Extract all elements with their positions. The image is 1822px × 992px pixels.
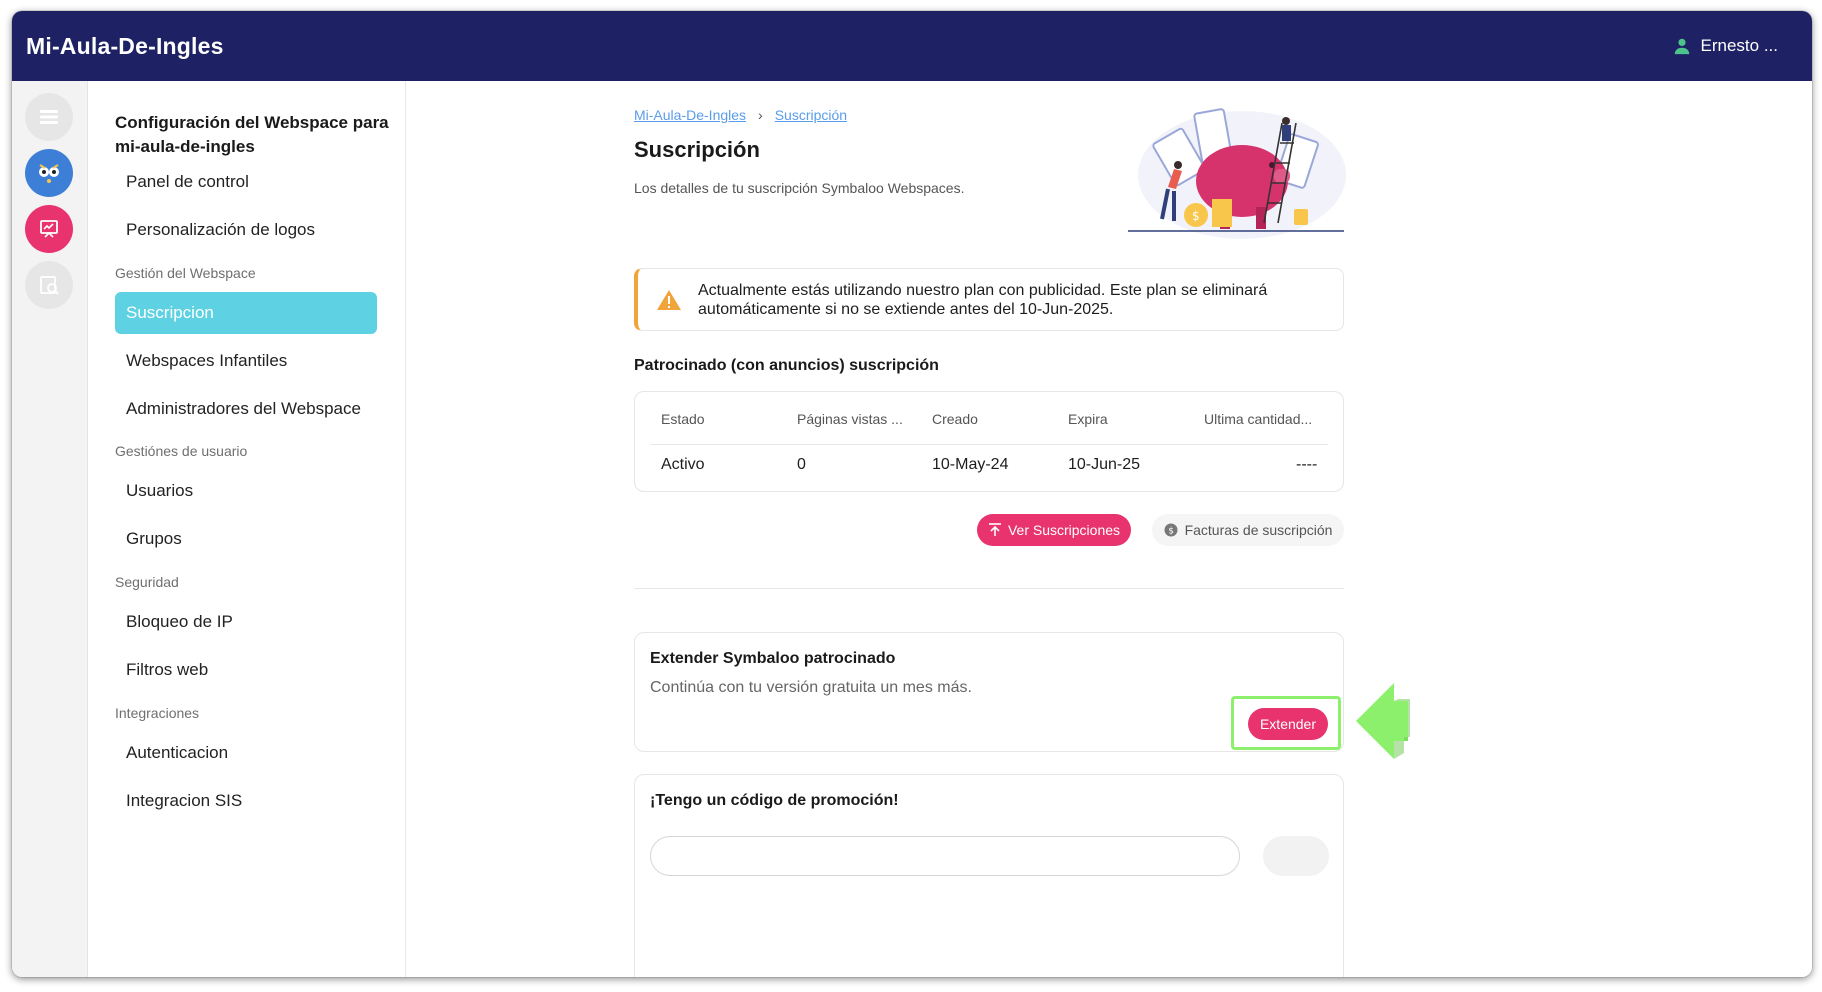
- view-subscriptions-label: Ver Suscripciones: [1007, 522, 1121, 538]
- nav-item-autenticacion[interactable]: Autenticacion: [115, 732, 377, 774]
- warning-icon: [657, 289, 681, 310]
- user-name: Ernesto ...: [1700, 36, 1778, 55]
- nav-item-suscripcion[interactable]: Suscripcion: [115, 292, 377, 334]
- alert-text: Actualmente estás utilizando nuestro pla…: [698, 281, 1268, 318]
- table-divider: [650, 444, 1328, 445]
- extend-card: Extender Symbaloo patrocinado Continúa c…: [634, 632, 1344, 752]
- piggy-bank-illustration: $: [1128, 108, 1346, 239]
- app-window: Mi-Aula-De-Ingles Ernesto ... Configurac…: [12, 11, 1812, 977]
- nav-item-grupos[interactable]: Grupos: [115, 518, 377, 560]
- nav-section-gestion-webspace: Gestión del Webspace: [115, 265, 256, 281]
- list-icon: [40, 110, 58, 124]
- extend-title: Extender Symbaloo patrocinado: [650, 650, 896, 667]
- table-cell: 10-May-24: [932, 456, 1009, 473]
- app-title[interactable]: Mi-Aula-De-Ingles: [26, 33, 224, 60]
- column-header: Creado: [932, 411, 978, 427]
- breadcrumb-separator: ›: [758, 107, 763, 123]
- subscription-title: Patrocinado (con anuncios) suscripción: [634, 357, 939, 374]
- promo-code-input[interactable]: [650, 836, 1240, 876]
- user-icon: [1674, 38, 1689, 55]
- settings-heading: Configuración del Webspace para mi-aula-…: [115, 113, 389, 156]
- view-subscriptions-button[interactable]: Ver Suscripciones: [977, 514, 1131, 546]
- main-content: Mi-Aula-De-Ingles › Suscripción Suscripc…: [406, 81, 1812, 977]
- nav-section-gestiones-usuario: Gestiónes de usuario: [115, 443, 248, 459]
- breadcrumb-current-link[interactable]: Suscripción: [775, 107, 847, 123]
- rail-presentation-button[interactable]: [25, 205, 73, 253]
- column-header: Estado: [661, 411, 705, 427]
- table-cell: 0: [797, 456, 806, 473]
- user-menu[interactable]: Ernesto ...: [1673, 11, 1778, 81]
- nav-item-administradores[interactable]: Administradores del Webspace: [115, 388, 377, 430]
- coin-icon: $: [1164, 523, 1178, 537]
- presentation-icon: [40, 220, 58, 238]
- promo-title: ¡Tengo un código de promoción!: [650, 792, 899, 809]
- column-header: Ultima cantidad...: [1204, 411, 1313, 427]
- nav-item-panel-de-control[interactable]: Panel de control: [115, 161, 377, 203]
- nav-item-integracion-sis[interactable]: Integracion SIS: [115, 780, 377, 822]
- svg-text:$: $: [1192, 209, 1200, 223]
- pointer-arrow-icon: [1356, 683, 1410, 759]
- search-doc-icon: [40, 276, 59, 295]
- invoices-button[interactable]: $ Facturas de suscripción: [1152, 514, 1344, 546]
- warning-alert: Actualmente estás utilizando nuestro pla…: [634, 268, 1344, 331]
- nav-item-usuarios[interactable]: Usuarios: [115, 470, 377, 512]
- table-cell: ----: [1296, 456, 1318, 473]
- column-header: Expira: [1068, 411, 1108, 427]
- settings-sidebar: Configuración del Webspace para mi-aula-…: [88, 81, 406, 977]
- breadcrumb: Mi-Aula-De-Ingles › Suscripción: [634, 107, 847, 123]
- nav-item-personalizacion-logos[interactable]: Personalización de logos: [115, 209, 377, 251]
- breadcrumb-root-link[interactable]: Mi-Aula-De-Ingles: [634, 107, 746, 123]
- rail-list-button[interactable]: [25, 93, 73, 141]
- page-description: Los detalles de tu suscripción Symbaloo …: [634, 180, 965, 196]
- top-bar: Mi-Aula-De-Ingles Ernesto ...: [12, 11, 1812, 81]
- table-cell: Activo: [661, 456, 705, 473]
- rail-search-button[interactable]: [25, 261, 73, 309]
- subscription-table: Estado Páginas vistas ... Creado Expira …: [634, 391, 1344, 492]
- rail-avatar-button[interactable]: [25, 149, 73, 197]
- nav-item-bloqueo-ip[interactable]: Bloqueo de IP: [115, 601, 377, 643]
- upload-arrow-icon: [988, 523, 1001, 536]
- page-title: Suscripción: [634, 137, 760, 162]
- nav-item-filtros-web[interactable]: Filtros web: [115, 649, 377, 691]
- mascot-icon: [39, 164, 59, 183]
- table-cell: 10-Jun-25: [1068, 456, 1141, 473]
- promo-submit-button[interactable]: [1263, 836, 1329, 876]
- column-header: Páginas vistas ...: [797, 411, 903, 427]
- invoices-label: Facturas de suscripción: [1184, 522, 1333, 538]
- extend-button[interactable]: Extender: [1248, 708, 1328, 740]
- extend-description: Continúa con tu versión gratuita un mes …: [650, 679, 972, 696]
- svg-text:$: $: [1168, 527, 1174, 537]
- nav-section-integraciones: Integraciones: [115, 705, 200, 721]
- nav-section-seguridad: Seguridad: [115, 574, 179, 590]
- app-rail: [12, 81, 88, 977]
- nav-item-webspaces-infantiles[interactable]: Webspaces Infantiles: [115, 340, 377, 382]
- promo-card: ¡Tengo un código de promoción!: [634, 774, 1344, 977]
- section-divider: [634, 588, 1344, 589]
